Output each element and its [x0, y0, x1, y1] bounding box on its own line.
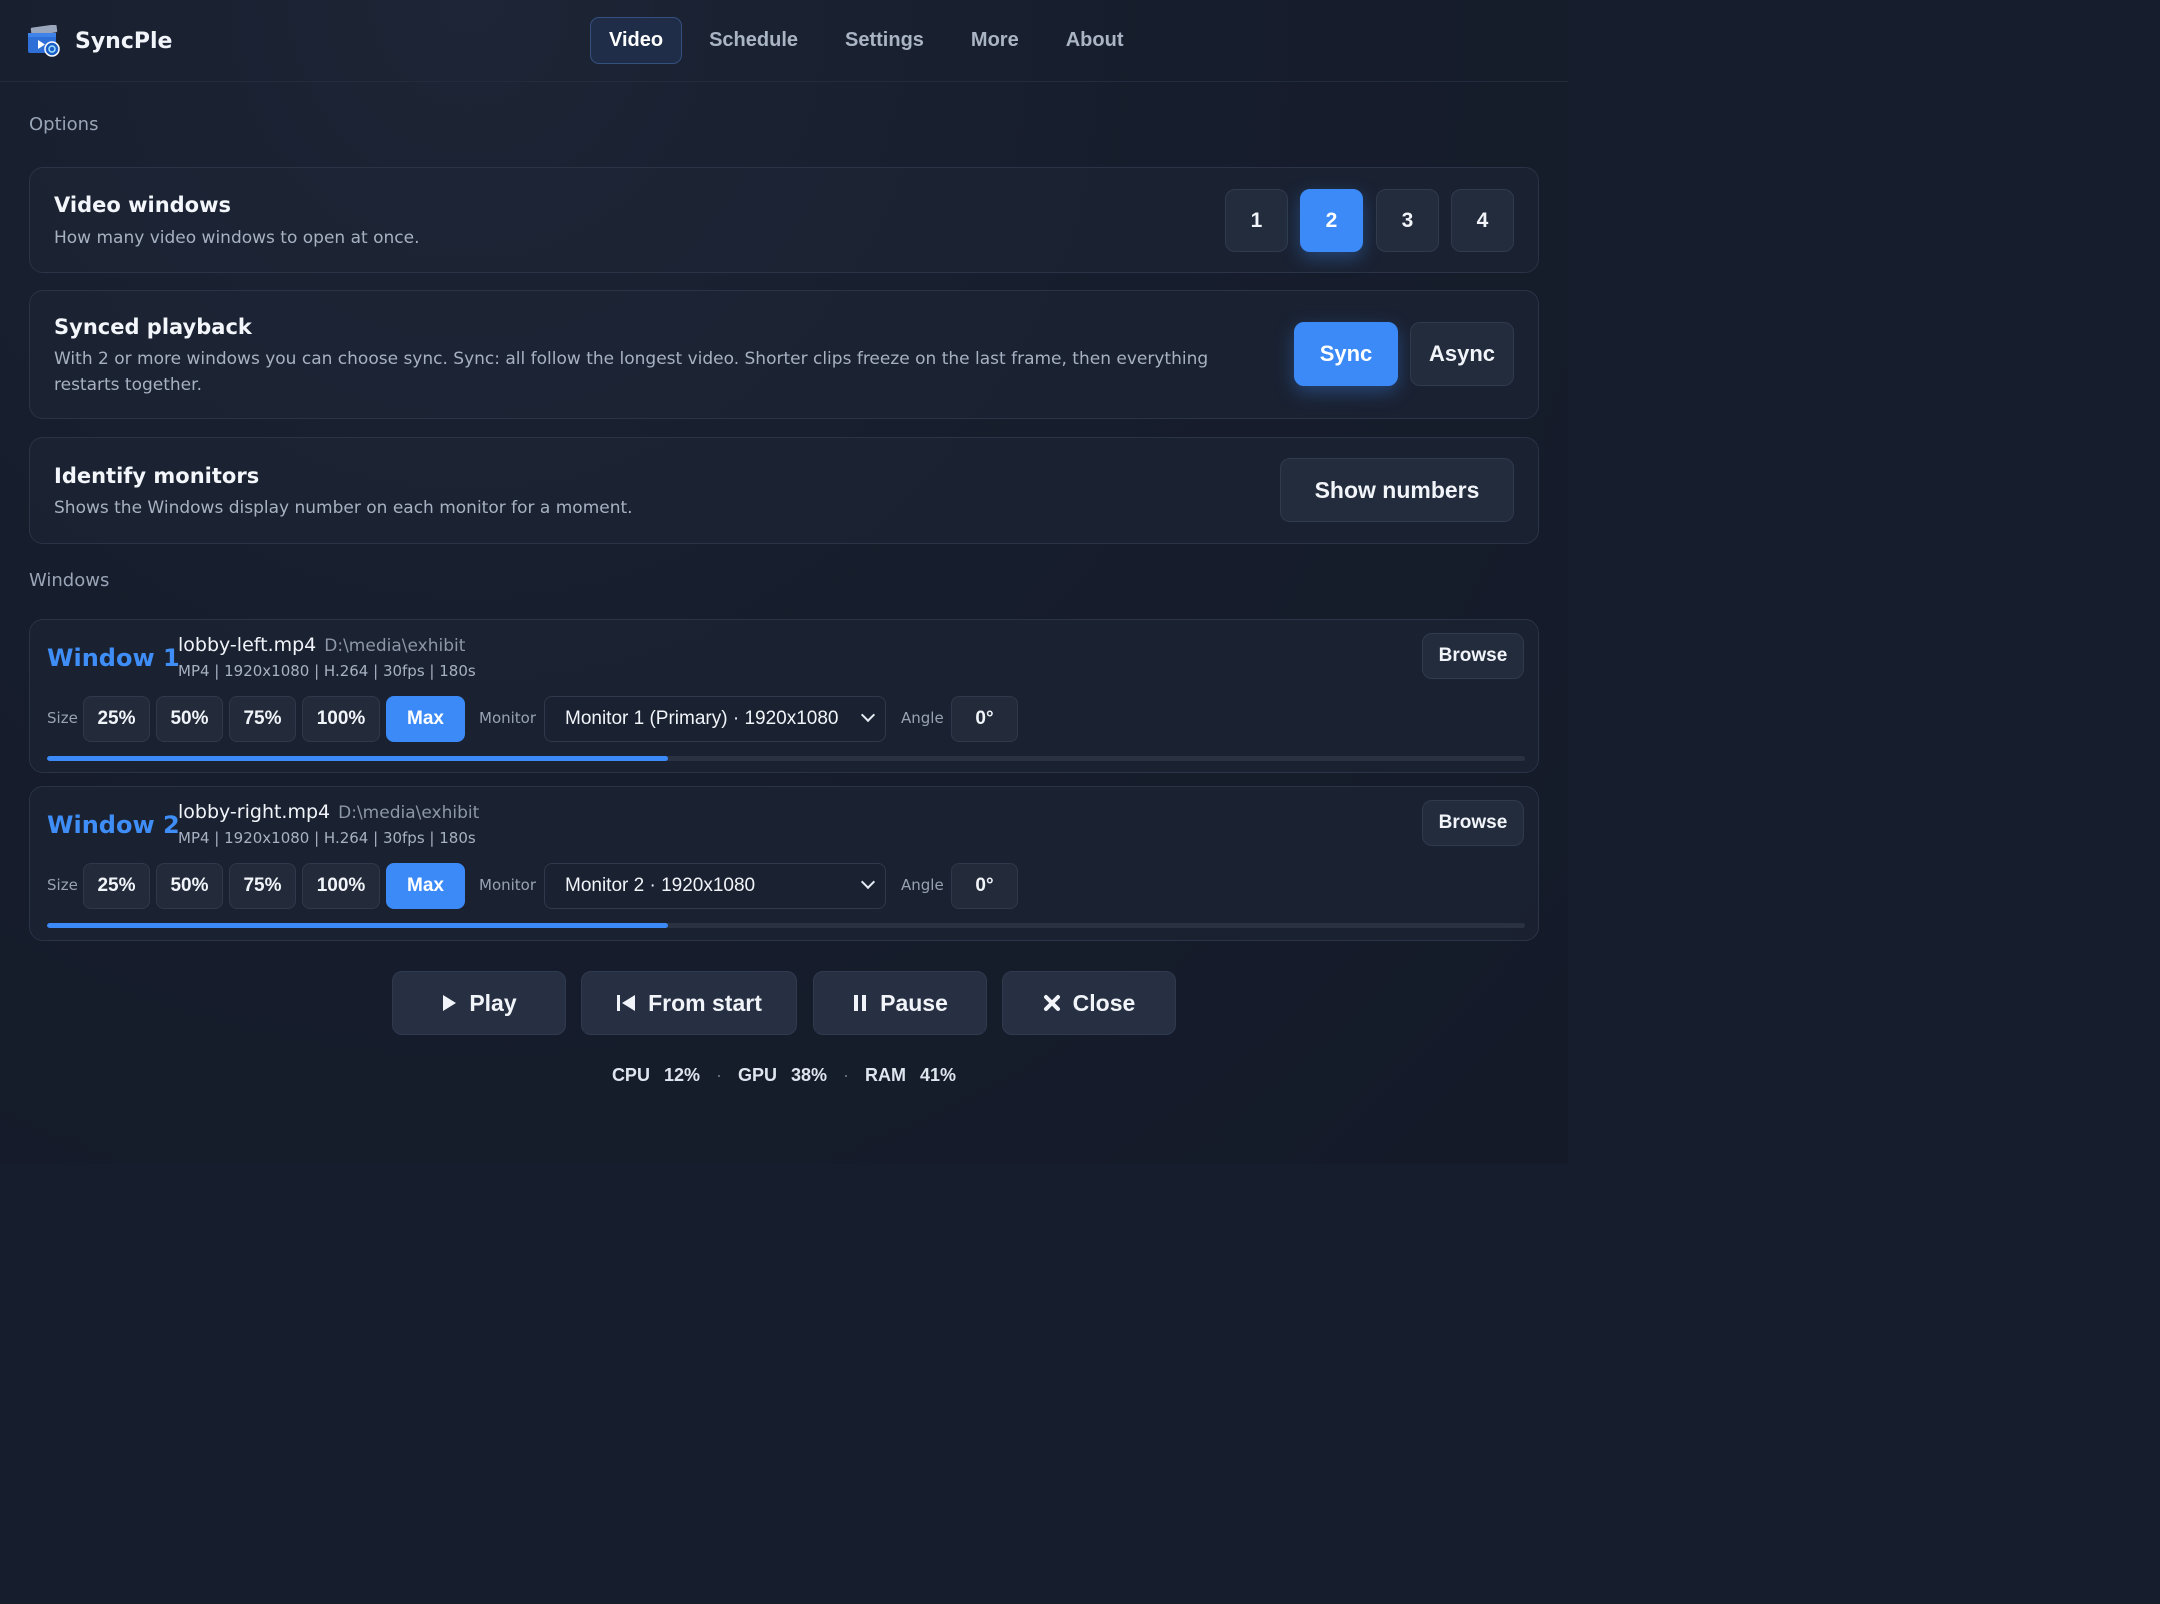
play-button[interactable]: Play — [392, 971, 566, 1035]
sync-button[interactable]: Sync — [1294, 322, 1398, 386]
file-meta: MP4 | 1920x1080 | H.264 | 30fps | 180s — [178, 829, 476, 847]
window-count-3-button[interactable]: 3 — [1376, 189, 1439, 252]
windows-section-title: Windows — [29, 570, 110, 591]
video-windows-title: Video windows — [54, 193, 232, 217]
synced-playback-card: Synced playback With 2 or more windows y… — [29, 290, 1539, 419]
synced-playback-desc: With 2 or more windows you can choose sy… — [54, 349, 1209, 395]
size-75-button[interactable]: 75% — [229, 863, 296, 909]
monitor-select-value: Monitor 1 (Primary) · 1920x1080 — [565, 708, 839, 729]
app-name: SyncPle — [75, 28, 173, 54]
angle-value[interactable]: 0° — [951, 696, 1018, 742]
size-label: Size — [47, 709, 78, 727]
identify-monitors-desc: Shows the Windows display number on each… — [54, 498, 633, 518]
browse-button[interactable]: Browse — [1422, 800, 1524, 846]
file-name-text: lobby-left.mp4 — [178, 634, 317, 656]
window-count-4-button[interactable]: 4 — [1451, 189, 1514, 252]
pause-button[interactable]: Pause — [813, 971, 987, 1035]
size-label: Size — [47, 876, 78, 894]
tab-video[interactable]: Video — [590, 17, 683, 64]
brand: SyncPle — [28, 24, 173, 57]
identify-monitors-title: Identify monitors — [54, 464, 260, 488]
ram-label: RAM — [865, 1065, 907, 1085]
system-stats: CPU 12% · GPU 38% · RAM 41% — [0, 1065, 1568, 1086]
options-section-title: Options — [29, 114, 99, 135]
stats-separator: · — [843, 1065, 850, 1085]
synced-playback-title: Synced playback — [54, 315, 252, 339]
size-25-button[interactable]: 25% — [83, 863, 150, 909]
video-windows-desc: How many video windows to open at once. — [54, 228, 420, 248]
monitor-label: Monitor — [479, 709, 537, 727]
window-card: Window 2 lobby-right.mp4 D:\media\exhibit… — [29, 786, 1539, 941]
browse-button[interactable]: Browse — [1422, 633, 1524, 679]
monitor-select-value: Monitor 2 · 1920x1080 — [565, 875, 756, 896]
window-title: Window 2 — [47, 811, 180, 839]
progress-fill — [47, 756, 668, 761]
app-logo-icon — [28, 24, 60, 57]
size-max-button[interactable]: Max — [386, 863, 465, 909]
async-button[interactable]: Async — [1410, 322, 1514, 386]
monitor-select[interactable]: Monitor 2 · 1920x1080 — [544, 863, 886, 909]
tab-more[interactable]: More — [952, 17, 1038, 64]
identify-monitors-card: Identify monitors Shows the Windows disp… — [29, 437, 1539, 544]
file-path: D:\media\exhibit — [338, 803, 480, 823]
show-numbers-button[interactable]: Show numbers — [1280, 458, 1514, 522]
chevron-down-icon — [860, 707, 876, 723]
tab-about[interactable]: About — [1047, 17, 1143, 64]
pause-label: Pause — [880, 989, 948, 1016]
close-icon — [1043, 994, 1061, 1012]
size-100-button[interactable]: 100% — [302, 696, 380, 742]
from-start-label: From start — [648, 989, 762, 1016]
from-start-button[interactable]: From start — [581, 971, 797, 1035]
top-bar: SyncPle Video Schedule Settings More Abo… — [0, 0, 1568, 82]
skip-to-start-icon — [616, 994, 636, 1012]
angle-label: Angle — [901, 709, 944, 727]
close-label: Close — [1072, 989, 1136, 1016]
angle-label: Angle — [901, 876, 944, 894]
ram-value: 41% — [920, 1065, 957, 1085]
size-50-button[interactable]: 50% — [156, 696, 223, 742]
gpu-label: GPU — [737, 1065, 777, 1085]
file-name: lobby-right.mp4 D:\media\exhibit — [178, 801, 479, 823]
size-25-button[interactable]: 25% — [83, 696, 150, 742]
main-nav: Video Schedule Settings More About — [590, 17, 1151, 64]
play-icon — [441, 994, 457, 1012]
angle-value[interactable]: 0° — [951, 863, 1018, 909]
monitor-select[interactable]: Monitor 1 (Primary) · 1920x1080 — [544, 696, 886, 742]
monitor-label: Monitor — [479, 876, 537, 894]
video-windows-card: Video windows How many video windows to … — [29, 167, 1539, 273]
size-50-button[interactable]: 50% — [156, 863, 223, 909]
file-meta: MP4 | 1920x1080 | H.264 | 30fps | 180s — [178, 662, 476, 680]
play-label: Play — [469, 989, 517, 1016]
progress-bar[interactable] — [47, 756, 1525, 761]
file-name: lobby-left.mp4 D:\media\exhibit — [178, 634, 465, 656]
size-max-button[interactable]: Max — [386, 696, 465, 742]
window-count-1-button[interactable]: 1 — [1225, 189, 1288, 252]
window-title: Window 1 — [47, 644, 180, 672]
size-75-button[interactable]: 75% — [229, 696, 296, 742]
chevron-down-icon — [860, 874, 876, 890]
progress-fill — [47, 923, 668, 928]
cpu-value: 12% — [663, 1065, 700, 1085]
file-path: D:\media\exhibit — [324, 636, 466, 656]
gpu-value: 38% — [791, 1065, 828, 1085]
pause-icon — [852, 994, 868, 1012]
cpu-label: CPU — [611, 1065, 650, 1085]
window-count-2-button[interactable]: 2 — [1300, 189, 1363, 252]
stats-separator: · — [715, 1065, 722, 1085]
file-name-text: lobby-right.mp4 — [178, 801, 331, 823]
tab-schedule[interactable]: Schedule — [690, 17, 817, 64]
progress-bar[interactable] — [47, 923, 1525, 928]
close-button[interactable]: Close — [1002, 971, 1176, 1035]
window-card: Window 1 lobby-left.mp4 D:\media\exhibit … — [29, 619, 1539, 773]
size-100-button[interactable]: 100% — [302, 863, 380, 909]
tab-settings[interactable]: Settings — [826, 17, 943, 64]
